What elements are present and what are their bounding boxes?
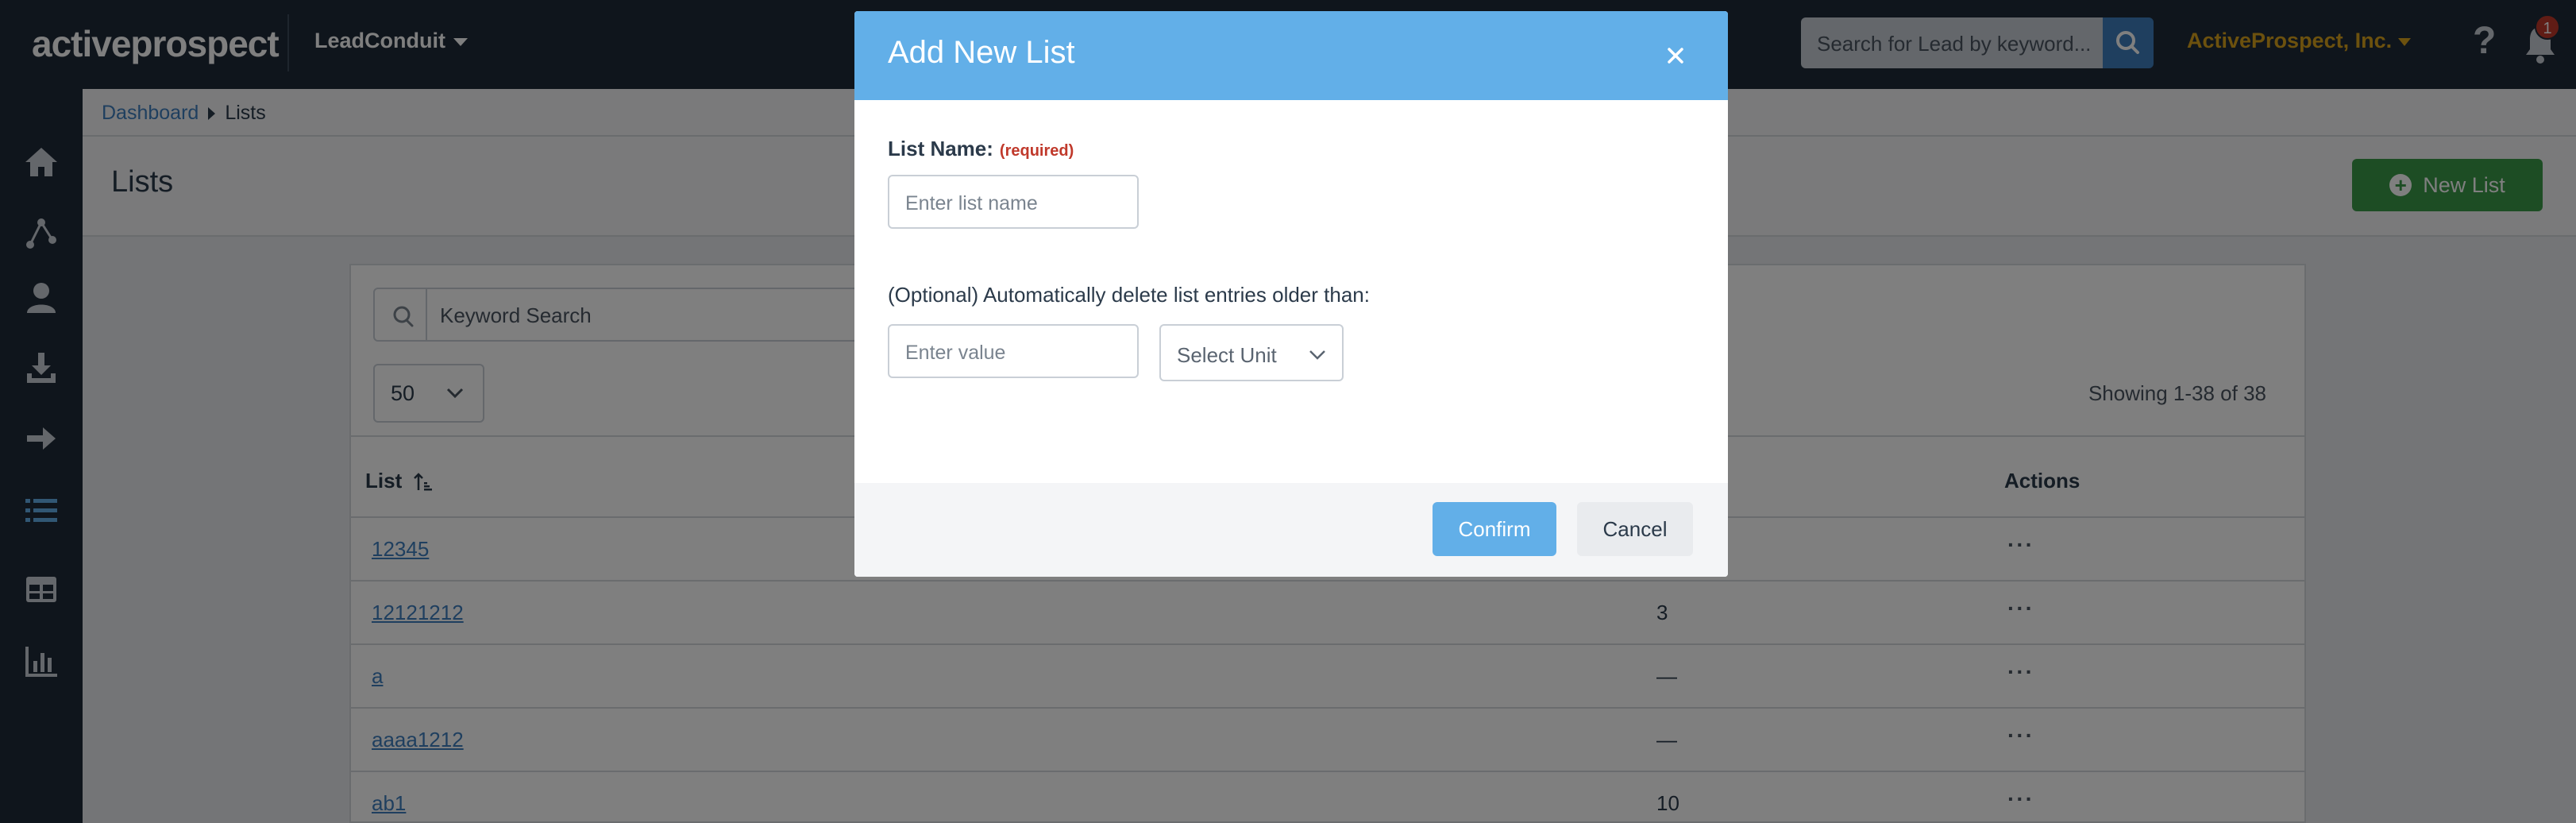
auto-delete-label: (Optional) Automatically delete list ent… [888,283,1370,307]
modal-header: Add New List [854,11,1728,100]
confirm-button[interactable]: Confirm [1433,502,1556,556]
retention-value-input[interactable]: Enter value [888,324,1139,378]
required-indicator: (required) [999,142,1074,160]
modal-footer: Confirm Cancel [854,483,1728,577]
modal-title: Add New List [888,35,1075,70]
retention-unit-select[interactable]: Select Unit [1159,324,1344,381]
list-name-label-text: List Name: [888,137,993,160]
retention-unit-value: Select Unit [1177,343,1277,367]
chevron-down-icon [1309,350,1325,360]
list-name-input[interactable]: Enter list name [888,175,1139,229]
add-list-modal: Add New List List Name: (required) Enter … [854,11,1728,577]
close-icon[interactable] [1658,38,1693,73]
cancel-button[interactable]: Cancel [1577,502,1693,556]
list-name-label: List Name: (required) [888,137,1074,161]
